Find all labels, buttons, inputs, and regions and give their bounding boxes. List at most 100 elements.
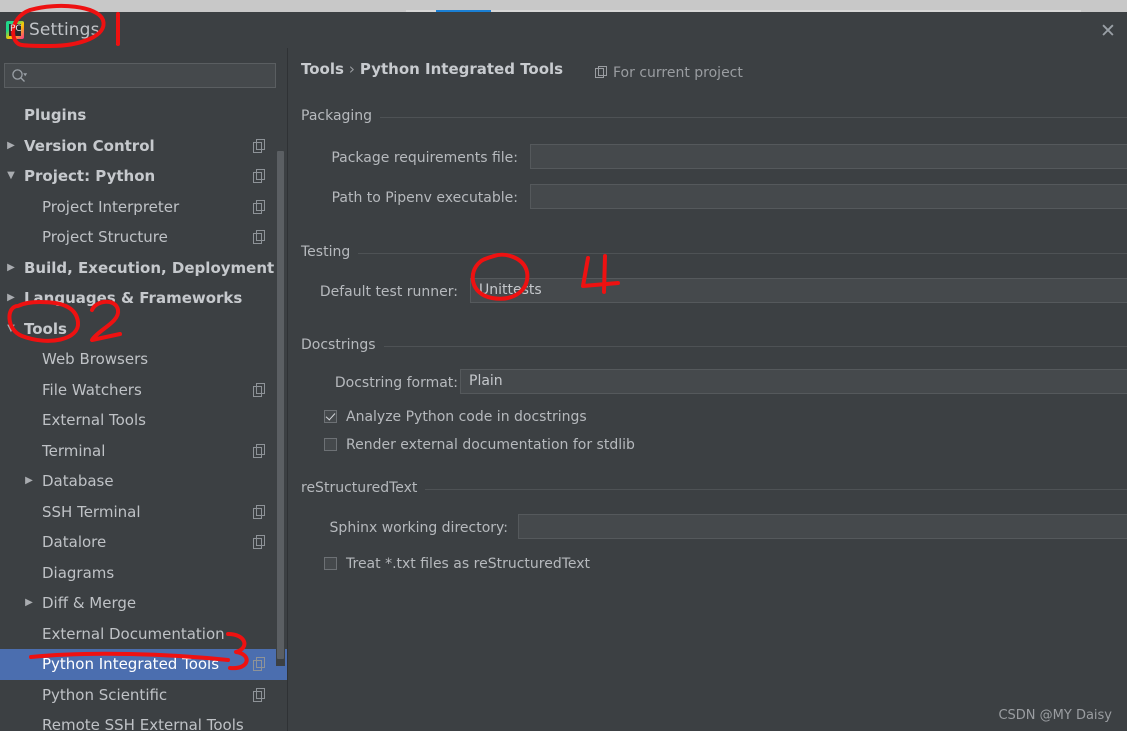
- group-restructuredtext: reStructuredText: [301, 480, 1127, 498]
- breadcrumb-separator: ›: [348, 60, 355, 78]
- group-packaging: Packaging: [301, 108, 1127, 126]
- sidebar-item-remote-ssh-external-tools[interactable]: Remote SSH External Tools: [0, 710, 288, 731]
- copy-settings-icon[interactable]: [253, 382, 266, 397]
- copy-settings-icon[interactable]: [253, 199, 266, 214]
- analyze-python-code-checkbox[interactable]: [324, 410, 337, 423]
- sidebar-item-datalore[interactable]: Datalore: [0, 527, 288, 558]
- sidebar-item-plugins[interactable]: Plugins: [0, 100, 288, 131]
- sidebar-item-python-integrated-tools[interactable]: Python Integrated Tools: [0, 649, 288, 680]
- render-external-doc-checkbox-row[interactable]: Render external documentation for stdlib: [324, 437, 635, 453]
- group-testing-rule: [301, 253, 1127, 254]
- copy-settings-icon[interactable]: [253, 138, 266, 153]
- group-restructuredtext-title: reStructuredText: [301, 480, 426, 496]
- docstring-format-value: Plain: [469, 373, 503, 389]
- treat-txt-checkbox[interactable]: [324, 557, 337, 570]
- sidebar-item-label: Python Integrated Tools: [42, 655, 220, 673]
- docstring-format-label: Docstring format:: [334, 375, 458, 391]
- sidebar-item-tools[interactable]: ▼ Tools: [0, 314, 288, 345]
- settings-tree[interactable]: Plugins ▶ Version Control ▼ Project: Python P…: [0, 100, 288, 731]
- chevron-down-icon[interactable]: ▼: [4, 314, 18, 345]
- copy-settings-icon[interactable]: [253, 657, 266, 671]
- default-test-runner-label: Default test runner:: [319, 284, 458, 300]
- sidebar-item-terminal[interactable]: Terminal: [0, 436, 288, 467]
- package-requirements-field[interactable]: [530, 144, 1127, 169]
- sidebar-item-label: External Documentation: [42, 624, 225, 643]
- group-docstrings-title: Docstrings: [301, 337, 384, 353]
- dialog-titlebar: PC Settings ✕: [0, 12, 1127, 48]
- copy-settings-icon[interactable]: [253, 535, 266, 549]
- pipenv-path-field[interactable]: [530, 184, 1127, 209]
- chevron-down-icon[interactable]: ▼: [4, 161, 18, 192]
- sidebar-item-label: Datalore: [42, 533, 107, 551]
- docstring-format-dropdown[interactable]: Plain: [460, 369, 1127, 394]
- sidebar-item-label: Remote SSH External Tools: [42, 716, 244, 731]
- treat-txt-checkbox-row[interactable]: Treat *.txt files as reStructuredText: [324, 556, 590, 572]
- analyze-python-code-label: Analyze Python code in docstrings: [346, 409, 587, 425]
- chevron-right-icon[interactable]: ▶: [22, 466, 36, 497]
- sidebar-item-label: Database: [42, 472, 114, 490]
- default-test-runner-value: Unittests: [479, 282, 542, 298]
- copy-settings-icon[interactable]: [253, 443, 266, 458]
- settings-dialog: PC Settings ✕ Plugins ▶ Version Control ▼ Pr…: [0, 12, 1127, 731]
- sidebar-item-version-control[interactable]: ▶ Version Control: [0, 131, 288, 162]
- copy-settings-icon: [595, 66, 608, 83]
- sidebar-item-label: Diagrams: [42, 563, 115, 582]
- sidebar-item-label: Project Structure: [42, 228, 168, 246]
- sidebar-item-diff-merge[interactable]: ▶ Diff & Merge: [0, 588, 288, 619]
- sidebar-item-label: Terminal: [42, 441, 106, 460]
- sidebar-scrollbar-thumb[interactable]: [277, 151, 284, 659]
- default-test-runner-dropdown[interactable]: Unittests: [470, 278, 1127, 303]
- watermark: CSDN @MY Daisy: [998, 708, 1112, 723]
- sidebar-item-project-interpreter[interactable]: Project Interpreter: [0, 192, 288, 223]
- search-box[interactable]: [4, 63, 276, 88]
- sidebar-item-label: Languages & Frameworks: [24, 289, 243, 307]
- sidebar-item-external-documentation[interactable]: External Documentation: [0, 619, 288, 650]
- group-docstrings-rule: [301, 346, 1127, 347]
- sidebar-item-file-watchers[interactable]: File Watchers: [0, 375, 288, 406]
- sidebar-item-label: Web Browsers: [42, 350, 149, 368]
- search-input[interactable]: [31, 67, 265, 87]
- close-icon[interactable]: ✕: [1095, 18, 1121, 44]
- sidebar-item-external-tools[interactable]: External Tools: [0, 405, 288, 436]
- sidebar-item-diagrams[interactable]: Diagrams: [0, 558, 288, 589]
- text-caret: [116, 23, 117, 45]
- settings-content-panel: Tools › Python Integrated Tools For curren…: [288, 48, 1127, 731]
- group-testing: Testing: [301, 244, 1127, 262]
- sidebar-item-build-execution-deployment[interactable]: ▶ Build, Execution, Deployment: [0, 253, 288, 284]
- sidebar-item-python-scientific[interactable]: Python Scientific: [0, 680, 288, 711]
- chevron-right-icon[interactable]: ▶: [4, 131, 18, 162]
- dialog-title: Settings: [29, 20, 100, 40]
- sidebar-item-label: Project Interpreter: [42, 197, 180, 216]
- sidebar-item-label: External Tools: [42, 411, 146, 429]
- chevron-right-icon[interactable]: ▶: [4, 253, 18, 284]
- search-icon: [11, 68, 27, 84]
- copy-settings-icon[interactable]: [253, 687, 266, 702]
- group-testing-title: Testing: [301, 244, 359, 260]
- copy-settings-icon[interactable]: [253, 169, 266, 183]
- sidebar-item-languages-frameworks[interactable]: ▶ Languages & Frameworks: [0, 283, 288, 314]
- sidebar-item-project-structure[interactable]: Project Structure: [0, 222, 288, 253]
- sphinx-working-dir-label: Sphinx working directory:: [329, 520, 508, 536]
- render-external-doc-checkbox[interactable]: [324, 438, 337, 451]
- breadcrumb: Tools › Python Integrated Tools: [301, 60, 563, 78]
- copy-settings-icon[interactable]: [253, 230, 266, 244]
- sidebar-item-ssh-terminal[interactable]: SSH Terminal: [0, 497, 288, 528]
- sidebar-item-label: Build, Execution, Deployment: [24, 258, 275, 277]
- settings-sidebar: Plugins ▶ Version Control ▼ Project: Python P…: [0, 48, 288, 731]
- sidebar-item-web-browsers[interactable]: Web Browsers: [0, 344, 288, 375]
- sidebar-item-label: Version Control: [24, 136, 155, 155]
- pipenv-path-label: Path to Pipenv executable:: [331, 190, 518, 206]
- sidebar-item-label: Project: Python: [24, 167, 156, 185]
- chevron-right-icon[interactable]: ▶: [4, 283, 18, 314]
- copy-settings-icon[interactable]: [253, 504, 266, 519]
- sidebar-item-label: Tools: [24, 319, 67, 338]
- treat-txt-label: Treat *.txt files as reStructuredText: [346, 556, 591, 572]
- scope-hint: For current project: [595, 65, 743, 83]
- sidebar-item-project-python[interactable]: ▼ Project: Python: [0, 161, 288, 192]
- sphinx-working-dir-field[interactable]: [518, 514, 1127, 539]
- sidebar-item-label: Python Scientific: [42, 685, 168, 704]
- breadcrumb-parent[interactable]: Tools: [301, 60, 344, 78]
- chevron-right-icon[interactable]: ▶: [22, 588, 36, 619]
- analyze-python-code-checkbox-row[interactable]: Analyze Python code in docstrings: [324, 409, 587, 425]
- sidebar-item-database[interactable]: ▶ Database: [0, 466, 288, 497]
